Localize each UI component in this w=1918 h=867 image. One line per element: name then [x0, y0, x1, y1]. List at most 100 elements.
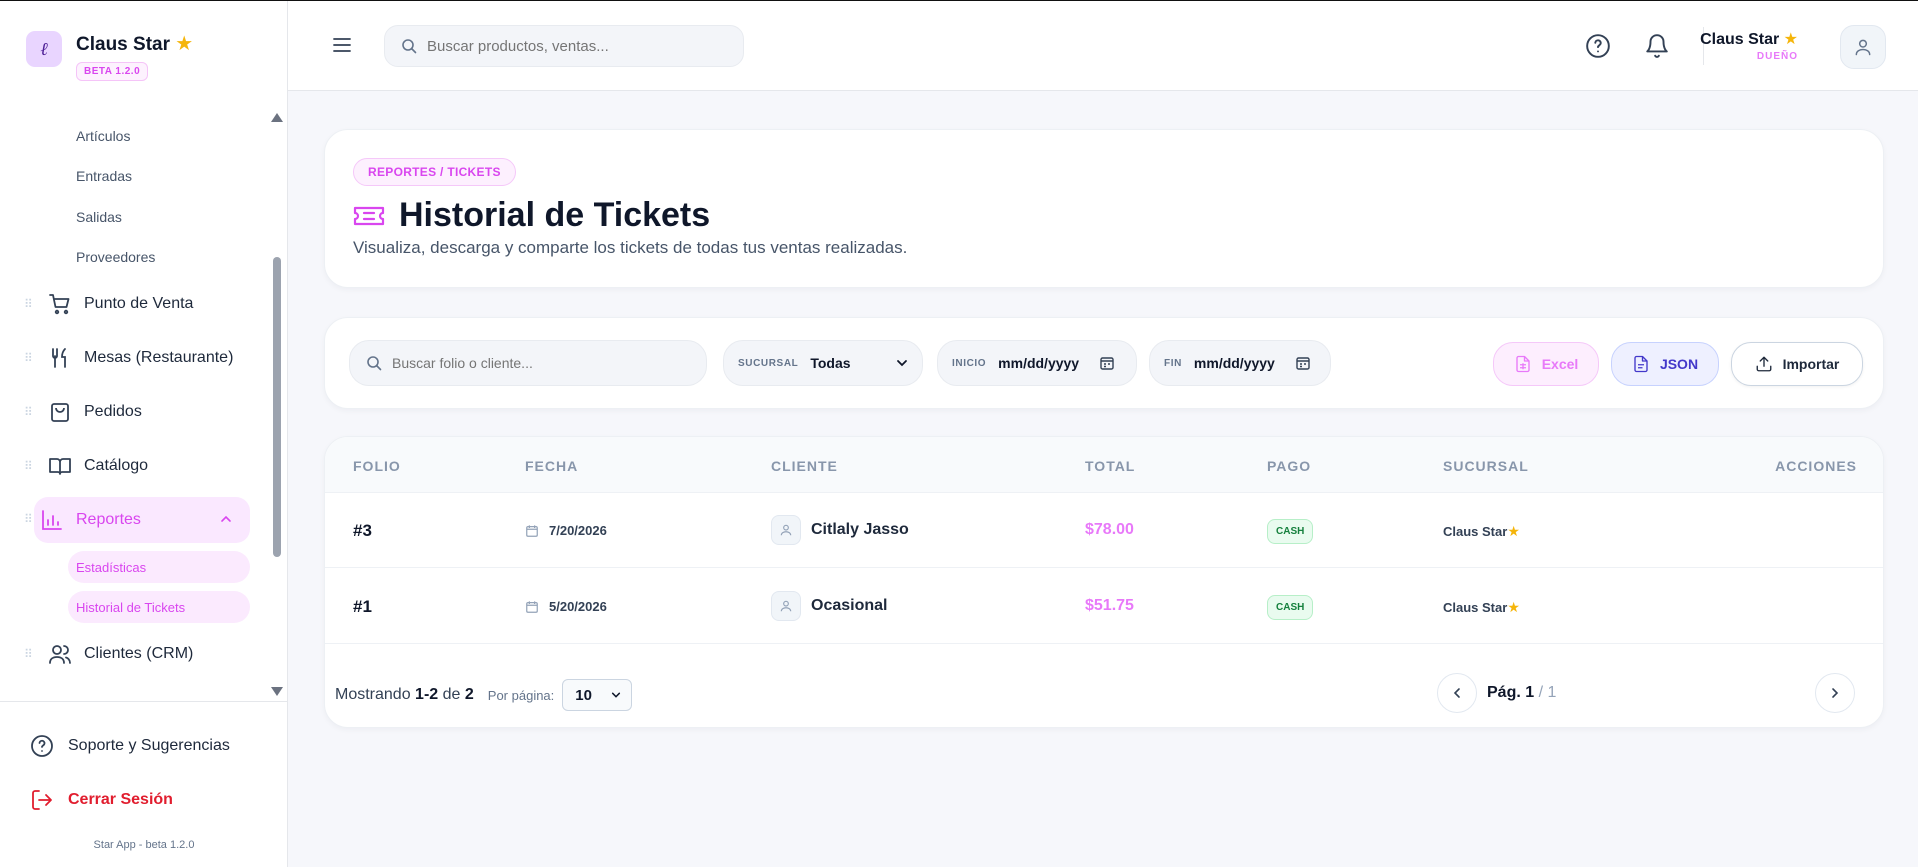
help-icon[interactable] — [1585, 33, 1611, 59]
sidebar-subitem-salidas[interactable]: Salidas — [76, 209, 122, 225]
table-header: FOLIO FECHA CLIENTE TOTAL PAGO SUCURSAL … — [325, 437, 1883, 493]
bell-icon[interactable] — [1644, 33, 1670, 59]
col-pago[interactable]: PAGO — [1267, 458, 1311, 474]
file-text-icon — [1634, 355, 1648, 373]
end-date-field[interactable]: FIN mm/dd/yyyy — [1149, 340, 1331, 386]
pagination-summary: Mostrando 1-2 de 2 Por página: 10 — [335, 679, 633, 711]
scroll-up-icon[interactable] — [271, 113, 283, 122]
drag-handle-icon[interactable]: ⠿ — [24, 351, 34, 365]
sidebar-item-label: Catálogo — [84, 457, 149, 474]
col-folio[interactable]: FOLIO — [353, 458, 401, 474]
page-header: REPORTES / TICKETS Historial de Tickets … — [324, 129, 1884, 288]
drag-handle-icon[interactable]: ⠿ — [24, 512, 33, 526]
table-row[interactable]: #3 7/20/2026 Citlaly Jasso $78.00 CASH C… — [325, 493, 1883, 568]
user-role: DUEÑO — [1756, 51, 1798, 62]
drag-handle-icon[interactable]: ⠿ — [24, 405, 34, 419]
user-name: Claus Star ★ — [1700, 31, 1798, 48]
scrollbar-thumb[interactable] — [273, 257, 281, 557]
sidebar-item-catalogo[interactable]: ⠿ Catálogo — [24, 443, 250, 489]
breadcrumb[interactable]: REPORTES / TICKETS — [353, 158, 516, 186]
import-button[interactable]: Importar — [1731, 342, 1863, 386]
scroll-down-icon[interactable] — [271, 687, 283, 696]
ticket-icon — [353, 206, 385, 225]
drag-handle-icon[interactable]: ⠿ — [24, 647, 34, 661]
star-icon: ★ — [1507, 599, 1520, 615]
app-version: Star App - beta 1.2.0 — [93, 839, 195, 851]
export-json-label: JSON — [1659, 356, 1699, 372]
utensils-icon — [52, 348, 66, 368]
sidebar-subitem-estadisticas[interactable]: Estadísticas — [68, 551, 250, 583]
support-link[interactable]: Soporte y Sugerencias — [30, 734, 230, 758]
sucursal-select[interactable]: SUCURSAL Todas — [723, 340, 923, 386]
beta-badge: BETA 1.2.0 — [76, 62, 149, 81]
payment-badge: CASH — [1267, 595, 1314, 620]
bag-icon — [51, 403, 69, 422]
page-subtitle: Visualiza, descarga y comparte los ticke… — [353, 238, 908, 257]
menu-icon[interactable] — [332, 35, 352, 55]
tickets-table: FOLIO FECHA CLIENTE TOTAL PAGO SUCURSAL … — [324, 436, 1884, 728]
support-label: Soporte y Sugerencias — [68, 737, 230, 754]
filters-bar: SUCURSAL Todas INICIO mm/dd/yyyy FIN mm/… — [324, 317, 1884, 409]
col-cliente[interactable]: CLIENTE — [771, 458, 838, 474]
sidebar-subitem-historial-tickets[interactable]: Historial de Tickets — [68, 591, 250, 623]
calendar-icon[interactable] — [1099, 355, 1115, 371]
sidebar-item-pedidos[interactable]: ⠿ Pedidos — [24, 389, 250, 435]
chevron-down-icon — [612, 692, 621, 698]
sidebar-item-punto-de-venta[interactable]: ⠿ Punto de Venta — [24, 281, 250, 327]
calendar-icon — [526, 524, 538, 537]
user-icon — [780, 600, 792, 612]
start-date-field[interactable]: INICIO mm/dd/yyyy — [937, 340, 1137, 386]
per-page-select[interactable]: 10 — [562, 679, 633, 711]
global-search-input[interactable] — [427, 37, 707, 55]
drag-handle-icon[interactable]: ⠿ — [24, 459, 34, 473]
logout-icon — [32, 790, 52, 810]
next-page-button[interactable] — [1815, 673, 1855, 713]
calendar-icon[interactable] — [1295, 355, 1311, 371]
sidebar: ℓ Claus Star ★ BETA 1.2.0 Artículos Entr… — [0, 1, 288, 867]
sidebar-subitem-proveedores[interactable]: Proveedores — [76, 249, 155, 265]
search-icon — [402, 39, 417, 54]
search-icon — [367, 356, 382, 371]
topbar: Claus Star ★ DUEÑO — [288, 1, 1918, 91]
export-json-button[interactable]: JSON — [1611, 342, 1719, 386]
table-row[interactable]: #1 5/20/2026 Ocasional $51.75 CASH Claus… — [325, 569, 1883, 644]
sidebar-subitem-entradas[interactable]: Entradas — [76, 168, 132, 184]
ticket-search[interactable] — [349, 340, 707, 386]
ticket-search-input[interactable] — [392, 355, 682, 371]
import-label: Importar — [1782, 356, 1840, 372]
fin-value: mm/dd/yyyy — [1193, 355, 1275, 371]
chevron-left-icon — [1453, 688, 1460, 698]
drag-handle-icon[interactable]: ⠿ — [24, 297, 34, 311]
fin-label: FIN — [1164, 357, 1182, 369]
cart-icon — [49, 294, 70, 315]
prev-page-button[interactable] — [1437, 673, 1477, 713]
sidebar-subitem-articulos[interactable]: Artículos — [76, 128, 130, 144]
row-folio: #1 — [353, 597, 372, 616]
logout-label: Cerrar Sesión — [68, 791, 173, 808]
col-acciones: ACCIONES — [1775, 458, 1857, 474]
col-sucursal[interactable]: SUCURSAL — [1443, 458, 1529, 474]
export-excel-button[interactable]: Excel — [1493, 342, 1599, 386]
sidebar-item-label: Pedidos — [84, 403, 142, 420]
sidebar-nav: Artículos Entradas Salidas Proveedores ⠿… — [0, 111, 270, 695]
client-avatar — [771, 515, 801, 545]
calendar-icon — [526, 600, 538, 613]
sidebar-item-label: Clientes (CRM) — [84, 645, 194, 662]
sidebar-item-label: Mesas (Restaurante) — [84, 349, 234, 366]
col-fecha[interactable]: FECHA — [525, 458, 578, 474]
row-sucursal: Claus Star★ — [1443, 599, 1520, 615]
client-avatar — [771, 591, 801, 621]
brand-name: Claus Star — [76, 34, 170, 55]
sidebar-item-reportes[interactable]: Reportes — [34, 497, 250, 543]
avatar[interactable] — [1840, 25, 1886, 69]
sidebar-item-label: Punto de Venta — [84, 295, 194, 312]
global-search[interactable] — [384, 25, 744, 67]
sidebar-item-mesas[interactable]: ⠿ Mesas (Restaurante) — [24, 335, 250, 381]
sidebar-footer: Soporte y Sugerencias Cerrar Sesión Star… — [0, 701, 288, 867]
sidebar-item-label: Reportes — [76, 511, 141, 528]
file-sheet-icon — [1516, 355, 1530, 373]
sidebar-item-clientes[interactable]: ⠿ Clientes (CRM) — [24, 631, 250, 677]
logout-button[interactable]: Cerrar Sesión — [30, 788, 173, 812]
col-total[interactable]: TOTAL — [1085, 458, 1135, 474]
page-indicator: Pág. 1 / 1 — [1487, 684, 1557, 701]
